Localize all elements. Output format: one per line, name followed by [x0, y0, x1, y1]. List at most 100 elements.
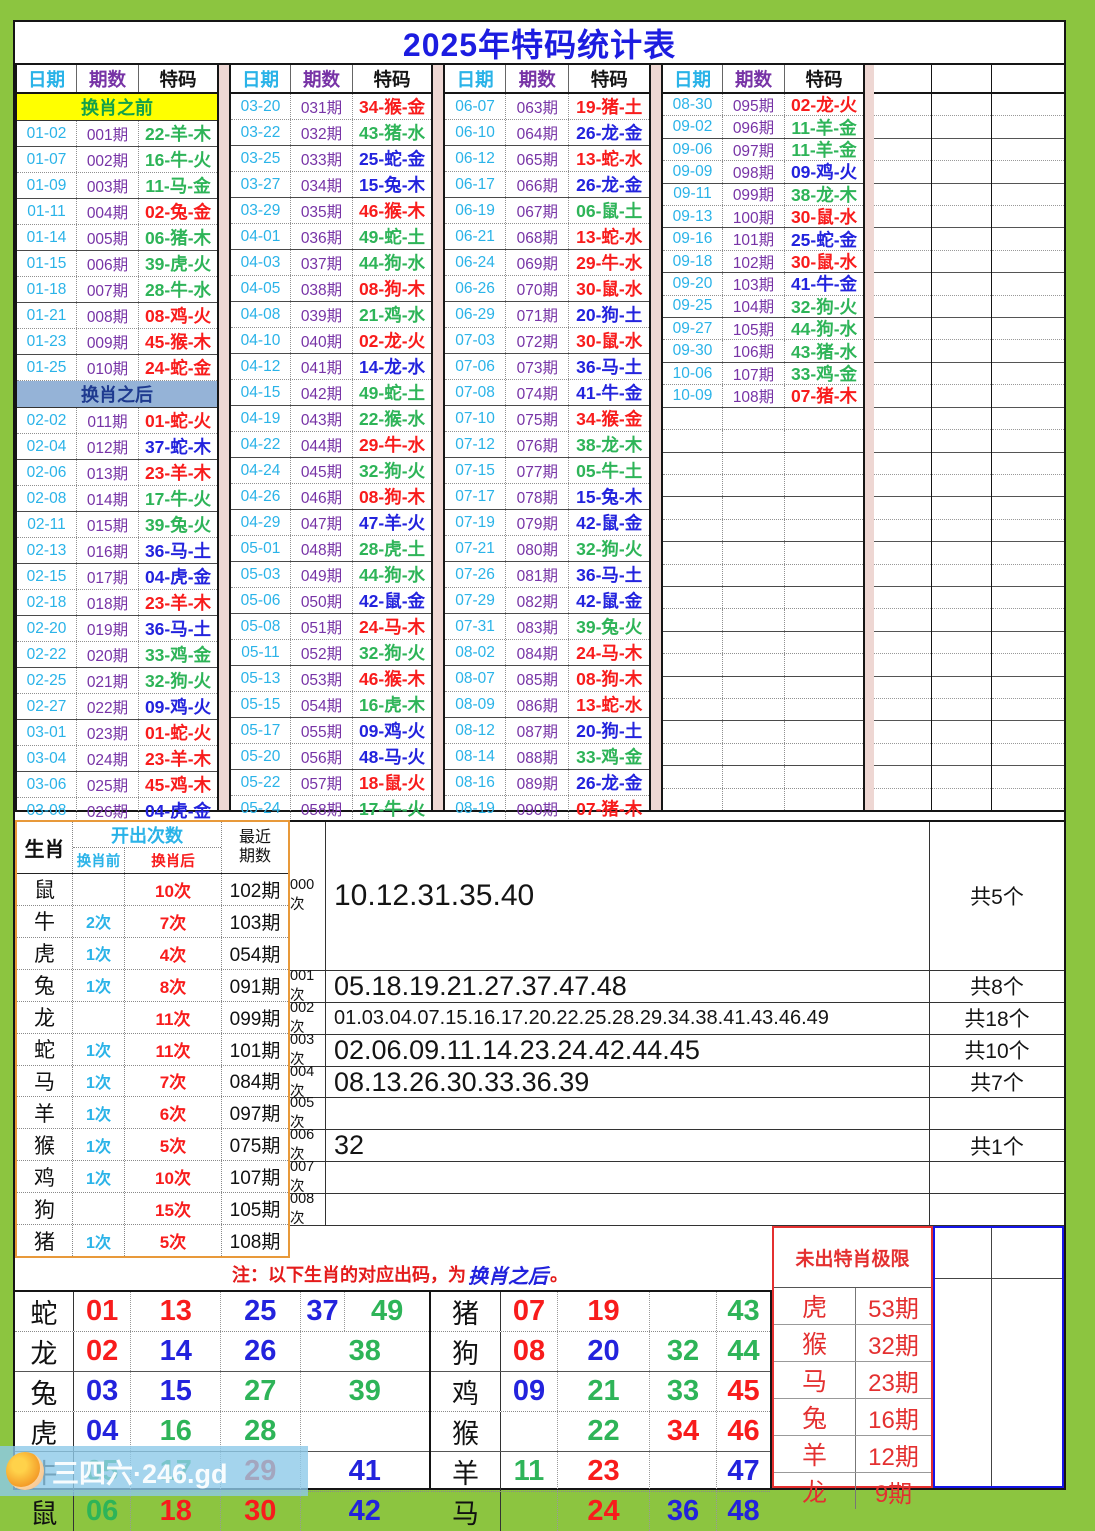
stats-zodiac: 羊 [17, 1097, 73, 1129]
draw-date: 06-24 [445, 250, 507, 275]
empty-cell [932, 430, 991, 453]
draw-period: 008期 [77, 303, 139, 328]
draw-code: 16-虎-木 [358, 695, 426, 715]
draw-row: 02-04 012期 37-蛇-木 [17, 434, 217, 460]
draw-code: 30-鼠-水 [576, 279, 643, 299]
stats-row: 蛇 1次 11次 101期 [17, 1033, 288, 1066]
draw-period: 104期 [723, 295, 785, 318]
stats-header-recent: 最近 期数 [238, 829, 271, 865]
map-number: 13 [131, 1292, 221, 1331]
empty-cell [992, 475, 1064, 498]
empty-cell [874, 699, 931, 722]
draw-row: 07-08 074期 41-牛-金 [445, 380, 649, 406]
draw-code: 09-鸡-火 [144, 697, 212, 717]
empty-cell [992, 587, 1064, 610]
stats-row: 狗 15次 105期 [17, 1193, 288, 1226]
draw-row: 06-17 066期 26-龙-金 [445, 172, 649, 198]
draw-period: 007期 [77, 277, 139, 302]
map-row: 猴 22 34 46 [431, 1412, 770, 1452]
header-period: 期数 [77, 65, 139, 92]
draw-date: 02-20 [17, 616, 77, 641]
empty-cell [932, 453, 991, 475]
stats-zodiac: 龙 [17, 1001, 73, 1033]
draw-date: 04-12 [231, 354, 291, 379]
draw-period: 004期 [77, 199, 139, 224]
map-row: 羊 11 23 47 [431, 1452, 770, 1492]
draw-code: 30-鼠-水 [790, 207, 858, 228]
map-zodiac: 马 [431, 1492, 501, 1531]
draw-period: 019期 [77, 616, 139, 641]
map-number: 02 [74, 1332, 132, 1371]
frequency-label: 001次 [290, 968, 326, 1004]
empty-cell [932, 251, 991, 274]
draw-code: 02-兔-金 [144, 202, 212, 222]
limit-periods: 12期 [868, 1443, 919, 1471]
draw-row: 03-04 024期 23-羊-木 [17, 746, 217, 772]
draw-code: 32-狗-火 [358, 461, 426, 481]
draw-date: 06-07 [445, 94, 507, 119]
draw-date: 02-18 [17, 590, 77, 615]
empty-draw-row [663, 474, 863, 498]
empty-cell [874, 184, 931, 207]
map-number: 20 [558, 1332, 650, 1371]
draw-row: 04-12 041期 14-龙-水 [231, 354, 431, 380]
draw-row: 02-13 016期 36-马-土 [17, 538, 217, 564]
draw-date: 01-14 [17, 225, 77, 250]
draw-period: 108期 [723, 385, 785, 407]
empty-cell [932, 654, 991, 677]
draw-period: 085期 [506, 666, 570, 691]
stats-after-count: 5次 [125, 1129, 222, 1161]
draw-row: 04-26 046期 08-狗-木 [231, 484, 431, 510]
header-period: 期数 [291, 65, 353, 92]
draw-code: 48-马-火 [358, 747, 426, 767]
draw-row: 07-12 076期 38-龙-木 [445, 432, 649, 458]
map-number: 36 [650, 1492, 717, 1531]
draw-row: 02-18 018期 23-羊-木 [17, 590, 217, 616]
draw-period: 077期 [506, 458, 570, 483]
draw-row: 10-06 107期 33-鸡-金 [663, 362, 863, 386]
draw-code: 15-兔-木 [576, 487, 643, 507]
empty-cell [932, 318, 991, 341]
draw-code: 11-羊-金 [791, 140, 857, 161]
draw-period: 048期 [291, 536, 353, 561]
empty-cell [874, 139, 931, 162]
draw-date: 06-29 [445, 302, 507, 327]
draw-row: 08-30 095期 02-龙-火 [663, 94, 863, 117]
empty-cell [932, 609, 991, 632]
stats-before-count: 1次 [73, 1225, 125, 1257]
draw-row: 05-15 054期 16-虎-木 [231, 692, 431, 718]
draw-period: 044期 [291, 432, 353, 457]
stats-recent-period: 101期 [229, 1040, 281, 1062]
draw-date: 04-08 [231, 302, 291, 327]
draw-row: 07-21 080期 32-狗-火 [445, 536, 649, 562]
frequency-row: 002次 01.03.04.07.15.16.17.20.22.25.28.29.… [290, 1000, 1064, 1036]
draw-code: 13-蛇-水 [576, 227, 643, 247]
draw-row: 06-24 069期 29-牛-水 [445, 250, 649, 276]
stats-before-count: 2次 [73, 905, 125, 937]
draw-row: 09-30 106期 43-猪-水 [663, 340, 863, 363]
draw-code: 19-猪-土 [576, 97, 643, 117]
map-number [501, 1492, 558, 1531]
empty-cell [992, 318, 1064, 341]
map-number: 08 [501, 1332, 558, 1371]
draw-period: 036期 [291, 224, 353, 249]
draw-code: 39-兔-火 [144, 515, 212, 535]
draw-date: 07-10 [445, 406, 507, 431]
draw-period: 049期 [291, 562, 353, 587]
draw-row: 06-29 071期 20-狗-土 [445, 302, 649, 328]
draw-date: 07-29 [445, 588, 507, 613]
map-zodiac: 兔 [15, 1372, 74, 1411]
missing-zodiac-limit-box: 未出特肖极限 虎 53期猴 32期马 23期兔 16期羊 12期龙 9期 [772, 1226, 933, 1509]
draw-row: 02-08 014期 17-牛-火 [17, 486, 217, 512]
stats-zodiac: 兔 [17, 969, 73, 1001]
map-number: 14 [131, 1332, 221, 1371]
stats-after-count: 11次 [125, 1033, 222, 1065]
draw-row: 04-03 037期 44-狗-水 [231, 250, 431, 276]
draw-date: 04-22 [231, 432, 291, 457]
divider [991, 1228, 992, 1486]
draw-code: 21-鸡-水 [358, 305, 426, 325]
stats-after-count: 15次 [125, 1193, 222, 1225]
draw-code: 16-牛-火 [144, 150, 212, 170]
header-date: 日期 [17, 65, 77, 92]
draw-period: 080期 [506, 536, 570, 561]
